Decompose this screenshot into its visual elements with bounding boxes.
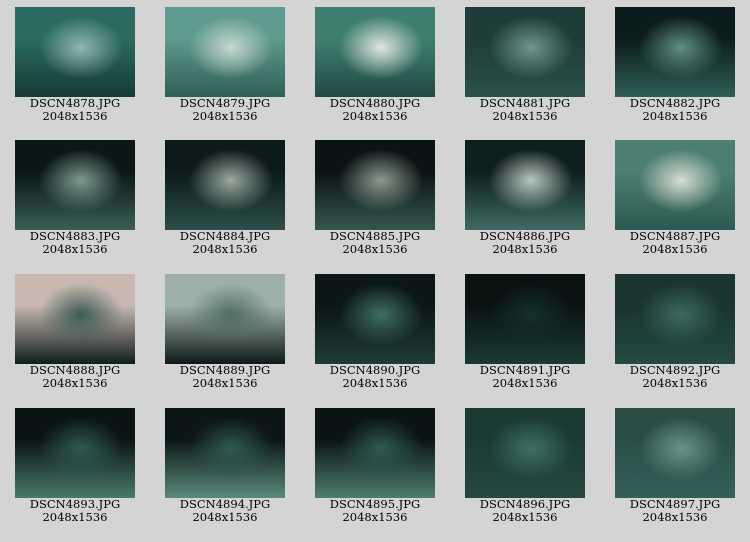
image-dimensions: 2048x1536 (642, 109, 708, 123)
image-dimensions: 2048x1536 (42, 109, 108, 123)
thumbnail-image[interactable] (15, 274, 135, 364)
thumbnail-item[interactable]: DSCN4896.JPG 2048x1536 (450, 408, 600, 524)
image-dimensions: 2048x1536 (492, 510, 558, 524)
image-dimensions: 2048x1536 (342, 242, 408, 256)
thumbnail-image[interactable] (15, 7, 135, 97)
image-dimensions: 2048x1536 (192, 376, 258, 390)
thumbnail-item[interactable]: DSCN4885.JPG 2048x1536 (300, 140, 450, 256)
thumbnail-image[interactable] (165, 274, 285, 364)
thumbnail-image[interactable] (465, 408, 585, 498)
image-dimensions: 2048x1536 (492, 376, 558, 390)
thumbnail-item[interactable]: DSCN4880.JPG 2048x1536 (300, 7, 450, 123)
thumbnail-image[interactable] (615, 274, 735, 364)
image-dimensions: 2048x1536 (642, 510, 708, 524)
image-dimensions: 2048x1536 (42, 376, 108, 390)
thumbnail-item[interactable]: DSCN4879.JPG 2048x1536 (150, 7, 300, 123)
thumbnail-image[interactable] (465, 274, 585, 364)
thumbnail-image[interactable] (315, 7, 435, 97)
thumbnail-image[interactable] (465, 7, 585, 97)
thumbnail-image[interactable] (165, 140, 285, 230)
thumbnail-image[interactable] (615, 140, 735, 230)
image-dimensions: 2048x1536 (192, 510, 258, 524)
thumbnail-image[interactable] (615, 408, 735, 498)
image-dimensions: 2048x1536 (492, 242, 558, 256)
thumbnail-item[interactable]: DSCN4891.JPG 2048x1536 (450, 274, 600, 390)
thumbnail-item[interactable]: DSCN4882.JPG 2048x1536 (600, 7, 750, 123)
image-dimensions: 2048x1536 (192, 242, 258, 256)
thumbnail-image[interactable] (465, 140, 585, 230)
thumbnail-image[interactable] (315, 408, 435, 498)
thumbnail-item[interactable]: DSCN4895.JPG 2048x1536 (300, 408, 450, 524)
image-dimensions: 2048x1536 (342, 376, 408, 390)
image-dimensions: 2048x1536 (642, 242, 708, 256)
image-dimensions: 2048x1536 (492, 109, 558, 123)
thumbnail-item[interactable]: DSCN4897.JPG 2048x1536 (600, 408, 750, 524)
thumbnail-item[interactable]: DSCN4887.JPG 2048x1536 (600, 140, 750, 256)
thumbnail-item[interactable]: DSCN4883.JPG 2048x1536 (0, 140, 150, 256)
image-dimensions: 2048x1536 (42, 510, 108, 524)
thumbnail-item[interactable]: DSCN4878.JPG 2048x1536 (0, 7, 150, 123)
thumbnail-image[interactable] (615, 7, 735, 97)
thumbnail-item[interactable]: DSCN4881.JPG 2048x1536 (450, 7, 600, 123)
thumbnail-image[interactable] (315, 140, 435, 230)
image-dimensions: 2048x1536 (342, 510, 408, 524)
thumbnail-item[interactable]: DSCN4894.JPG 2048x1536 (150, 408, 300, 524)
thumbnail-image[interactable] (15, 408, 135, 498)
thumbnail-image[interactable] (165, 7, 285, 97)
image-dimensions: 2048x1536 (42, 242, 108, 256)
thumbnail-item[interactable]: DSCN4892.JPG 2048x1536 (600, 274, 750, 390)
thumbnail-image[interactable] (315, 274, 435, 364)
thumbnail-image[interactable] (15, 140, 135, 230)
image-dimensions: 2048x1536 (342, 109, 408, 123)
image-dimensions: 2048x1536 (192, 109, 258, 123)
image-dimensions: 2048x1536 (642, 376, 708, 390)
thumbnail-image[interactable] (165, 408, 285, 498)
thumbnail-item[interactable]: DSCN4888.JPG 2048x1536 (0, 274, 150, 390)
thumbnail-item[interactable]: DSCN4893.JPG 2048x1536 (0, 408, 150, 524)
thumbnail-item[interactable]: DSCN4890.JPG 2048x1536 (300, 274, 450, 390)
thumbnail-item[interactable]: DSCN4884.JPG 2048x1536 (150, 140, 300, 256)
thumbnail-item[interactable]: DSCN4889.JPG 2048x1536 (150, 274, 300, 390)
thumbnail-item[interactable]: DSCN4886.JPG 2048x1536 (450, 140, 600, 256)
